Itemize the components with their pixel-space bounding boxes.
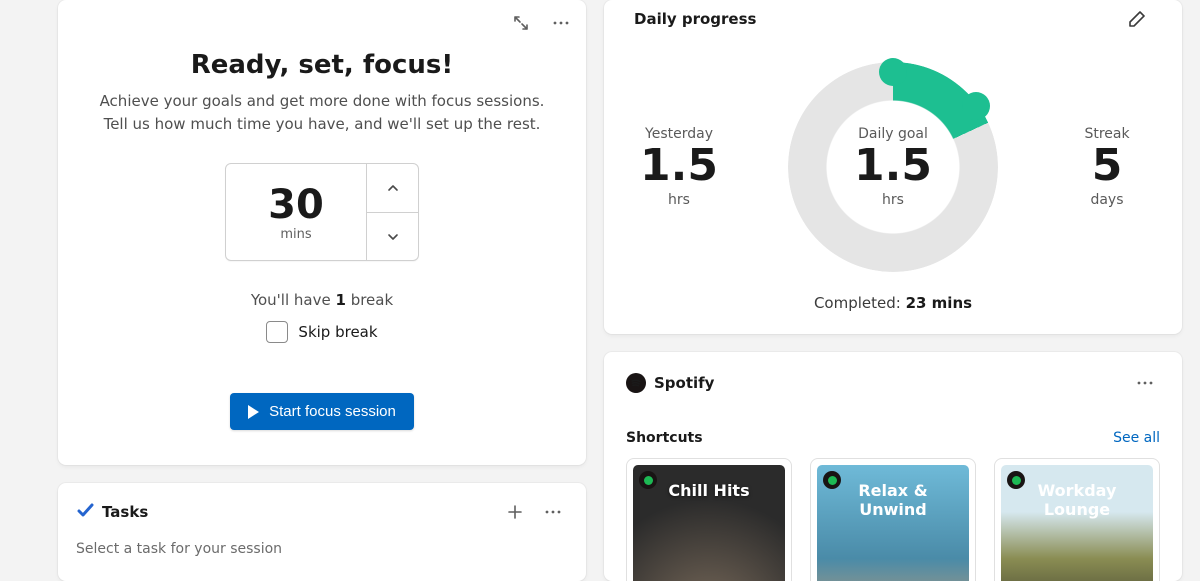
tasks-check-icon [76, 501, 94, 523]
skip-break-row[interactable]: Skip break [266, 321, 377, 343]
tasks-card: Tasks Select a task for your session [58, 483, 586, 581]
start-focus-button[interactable]: Start focus session [230, 393, 414, 430]
time-step-down-button[interactable] [366, 212, 418, 260]
spotify-badge-icon [1007, 471, 1025, 489]
playlist-tile[interactable]: Relax & Unwind [810, 458, 976, 581]
spotify-more-icon[interactable] [1130, 368, 1160, 398]
playlist-tiles: Chill Hits Relax & Unwind Workday Lounge [626, 458, 1160, 581]
add-task-button[interactable] [500, 497, 530, 527]
skip-break-label: Skip break [298, 323, 377, 341]
edit-progress-button[interactable] [1122, 4, 1152, 34]
focus-title: Ready, set, focus! [191, 50, 454, 80]
time-value-area: 30 mins [226, 164, 366, 260]
spotify-title: Spotify [654, 374, 714, 392]
playlist-tile[interactable]: Chill Hits [626, 458, 792, 581]
progress-card: Daily progress Yesterday 1.5 hrs [604, 0, 1182, 334]
time-picker: 30 mins [225, 163, 419, 261]
time-value: 30 [268, 185, 324, 225]
spotify-badge-icon [639, 471, 657, 489]
playlist-tile[interactable]: Workday Lounge [994, 458, 1160, 581]
play-icon [248, 405, 259, 419]
focus-subtitle: Achieve your goals and get more done wit… [92, 90, 552, 135]
progress-title: Daily progress [634, 10, 756, 28]
skip-break-checkbox[interactable] [266, 321, 288, 343]
tasks-title: Tasks [102, 503, 148, 521]
progress-ring: Daily goal 1.5 hrs [788, 62, 998, 272]
stat-yesterday: Yesterday 1.5 hrs [634, 126, 724, 208]
completed-summary: Completed: 23 mins [634, 294, 1152, 312]
focus-expand-icon[interactable] [506, 8, 536, 38]
time-unit: mins [280, 227, 311, 242]
stat-streak: Streak 5 days [1062, 126, 1152, 208]
breaks-summary: You'll have 1 break [251, 291, 393, 309]
spotify-icon [626, 373, 646, 393]
time-step-up-button[interactable] [366, 164, 418, 212]
focus-card: Ready, set, focus! Achieve your goals an… [58, 0, 586, 465]
spotify-section-label: Shortcuts [626, 430, 703, 446]
focus-more-icon[interactable] [546, 8, 576, 38]
tasks-more-icon[interactable] [538, 497, 568, 527]
spotify-card: Spotify Shortcuts See all Chill Hits Rel… [604, 352, 1182, 581]
tasks-subtitle: Select a task for your session [76, 541, 568, 557]
spotify-badge-icon [823, 471, 841, 489]
see-all-link[interactable]: See all [1113, 430, 1160, 446]
